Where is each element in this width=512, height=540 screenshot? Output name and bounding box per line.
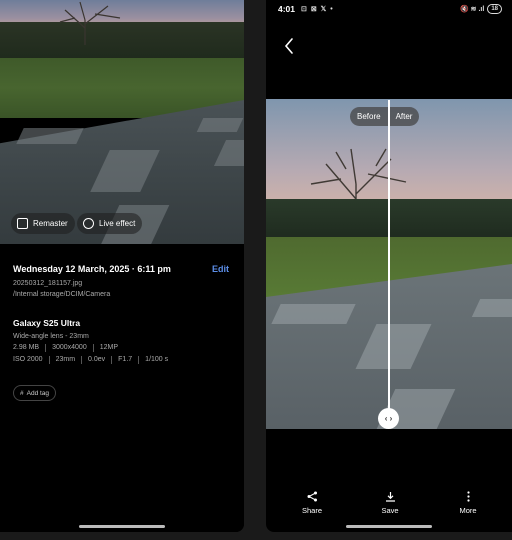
notification-icons: ⊡ ⊠ 𝕏 • — [301, 6, 334, 13]
file-name: 20250312_181157.jpg — [13, 280, 83, 287]
megapixels: 12MP — [92, 344, 124, 352]
home-indicator[interactable] — [79, 525, 165, 528]
before-label[interactable]: Before — [350, 112, 388, 121]
back-arrow-icon[interactable] — [282, 36, 296, 56]
add-tag-button[interactable]: # Add tag — [13, 385, 57, 401]
hash-icon: # — [20, 389, 24, 397]
exposure-value: 0.0ev — [81, 356, 111, 364]
system-status: 🔇 ≋ .ıl 18 — [460, 4, 502, 14]
remaster-label: Remaster — [33, 219, 68, 228]
share-label: Share — [301, 506, 322, 515]
home-indicator[interactable] — [346, 525, 432, 528]
share-icon — [307, 491, 317, 502]
remaster-button[interactable]: Remaster — [11, 213, 75, 234]
status-time: 4:01 — [278, 4, 296, 14]
battery-icon: 18 — [487, 4, 502, 14]
live-effect-icon — [83, 218, 94, 229]
signal-icons: 🔇 ≋ .ıl — [460, 6, 485, 13]
lens-info: Wide-angle lens - 23mm — [13, 333, 89, 340]
compare-slider-handle[interactable]: ‹ › — [378, 408, 399, 429]
exposure-specs: ISO 2000 23mm 0.0ev F1.7 1/100 s — [13, 356, 174, 364]
live-effect-button[interactable]: Live effect — [77, 213, 143, 234]
status-bar: 4:01 ⊡ ⊠ 𝕏 • 🔇 ≋ .ıl 18 — [278, 3, 502, 15]
shutter-speed: 1/100 s — [138, 356, 174, 364]
file-path: /Internal storage/DCIM/Camera — [13, 291, 111, 298]
remaster-icon — [17, 218, 28, 229]
after-label[interactable]: After — [389, 112, 420, 121]
camera-model: Galaxy S25 Ultra — [13, 318, 81, 328]
iso: ISO 2000 — [13, 356, 43, 363]
download-icon — [385, 492, 395, 502]
photo-date: Wednesday 12 March, 2025 · 6:11 pm — [13, 264, 171, 274]
tree-silhouette — [59, 1, 121, 45]
share-button[interactable]: Share — [292, 491, 332, 515]
compare-divider-line[interactable] — [388, 100, 390, 418]
photo-details-panel: Wednesday 12 March, 2025 · 6:11 pm Edit … — [0, 244, 244, 532]
aperture: F1.7 — [111, 356, 138, 364]
more-button[interactable]: More — [448, 491, 488, 515]
drag-arrows-icon: ‹ › — [384, 414, 393, 423]
more-label: More — [459, 506, 477, 515]
edit-date-link[interactable]: Edit — [212, 264, 229, 274]
add-tag-label: Add tag — [26, 389, 50, 397]
file-specs: 2.98 MB 3000x4000 12MP — [13, 344, 124, 352]
photo-preview[interactable]: Remaster Live effect — [0, 0, 244, 244]
resolution: 3000x4000 — [45, 344, 93, 352]
more-vertical-icon — [466, 491, 470, 502]
before-after-toggle[interactable]: Before After — [350, 107, 420, 126]
save-button[interactable]: Save — [370, 491, 410, 515]
file-size: 2.98 MB — [13, 344, 40, 351]
focal-length: 23mm — [48, 356, 81, 364]
save-label: Save — [381, 506, 399, 515]
gallery-details-screen: Remaster Live effect Wednesday 12 March,… — [0, 0, 244, 532]
live-effect-label: Live effect — [99, 219, 136, 228]
